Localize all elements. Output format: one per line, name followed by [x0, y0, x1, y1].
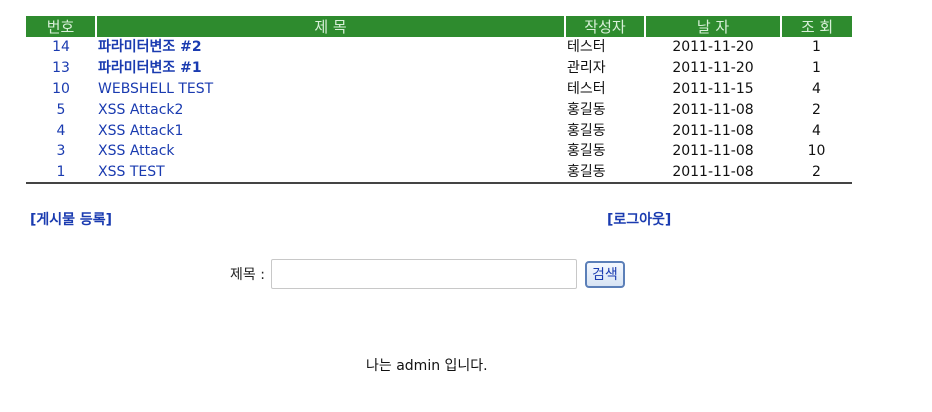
post-number: 5 — [56, 101, 66, 118]
post-views: 1 — [812, 39, 821, 56]
post-title-link[interactable]: XSS Attack — [98, 143, 175, 159]
header-title: 제 목 — [95, 16, 565, 37]
header-num: 번호 — [26, 16, 96, 37]
logout-link[interactable]: [로그아웃] — [607, 209, 671, 229]
post-views: 4 — [812, 80, 821, 97]
post-number: 4 — [56, 122, 66, 139]
table-row: 14 파라미터변조 #2 테스터 2011-11-20 1 — [26, 37, 852, 58]
post-date: 2011-11-20 — [672, 39, 754, 56]
post-number: 1 — [26, 161, 96, 184]
post-date: 2011-11-20 — [672, 60, 754, 77]
post-author: 테스터 — [567, 39, 606, 56]
post-date: 2011-11-15 — [672, 80, 754, 97]
post-number: 14 — [52, 39, 70, 56]
post-title-link[interactable]: XSS Attack2 — [98, 102, 183, 118]
post-title-link[interactable]: XSS TEST — [98, 164, 165, 180]
search-input[interactable] — [270, 259, 577, 289]
post-views: 2 — [812, 101, 821, 118]
post-date: 2011-11-08 — [672, 101, 754, 118]
post-number: 10 — [52, 80, 70, 97]
post-views: 10 — [807, 143, 826, 160]
header-author: 작성자 — [564, 16, 645, 37]
header-date: 날 자 — [644, 16, 781, 37]
welcome-message: 나는 admin 입니다. — [366, 358, 488, 374]
post-title-link[interactable]: 파라미터변조 #2 — [98, 39, 202, 55]
table-row: 10 WEBSHELL TEST 테스터 2011-11-15 4 — [26, 79, 852, 100]
post-date: 2011-11-08 — [672, 143, 754, 160]
search-button[interactable]: 검색 — [584, 260, 625, 288]
table-row: 13 파라미터변조 #1 관리자 2011-11-20 1 — [26, 58, 852, 79]
table-row: 5 XSS Attack2 홍길동 2011-11-08 2 — [26, 99, 852, 120]
post-views: 2 — [781, 161, 852, 184]
post-views: 1 — [812, 60, 821, 77]
board-table: 번호 제 목 작성자 날 자 조 회 14 파라미터변조 #2 테스터 2011… — [26, 16, 852, 184]
post-author: 홍길동 — [567, 122, 606, 139]
post-author: 홍길동 — [567, 101, 606, 118]
header-views: 조 회 — [780, 16, 852, 37]
search-form: 제목 : 검색 — [230, 259, 625, 289]
table-row: 1 XSS TEST 홍길동 2011-11-08 2 — [26, 161, 852, 184]
table-header-row: 번호 제 목 작성자 날 자 조 회 — [26, 16, 852, 37]
post-author: 관리자 — [567, 60, 606, 77]
post-views: 4 — [812, 122, 821, 139]
table-row: 4 XSS Attack1 홍길동 2011-11-08 4 — [26, 120, 852, 141]
post-author: 테스터 — [567, 80, 606, 97]
register-post-link[interactable]: [게시물 등록] — [30, 209, 112, 229]
post-title-link[interactable]: 파라미터변조 #1 — [98, 60, 202, 76]
post-author: 홍길동 — [567, 143, 606, 160]
post-author: 홍길동 — [565, 161, 645, 184]
post-date: 2011-11-08 — [672, 122, 754, 139]
post-title-link[interactable]: XSS Attack1 — [98, 123, 183, 139]
post-number: 13 — [52, 60, 70, 77]
search-label: 제목 : — [230, 267, 265, 283]
post-number: 3 — [56, 143, 66, 160]
table-row: 3 XSS Attack 홍길동 2011-11-08 10 — [26, 141, 852, 162]
post-date: 2011-11-08 — [645, 161, 781, 184]
post-title-link[interactable]: WEBSHELL TEST — [98, 81, 213, 97]
